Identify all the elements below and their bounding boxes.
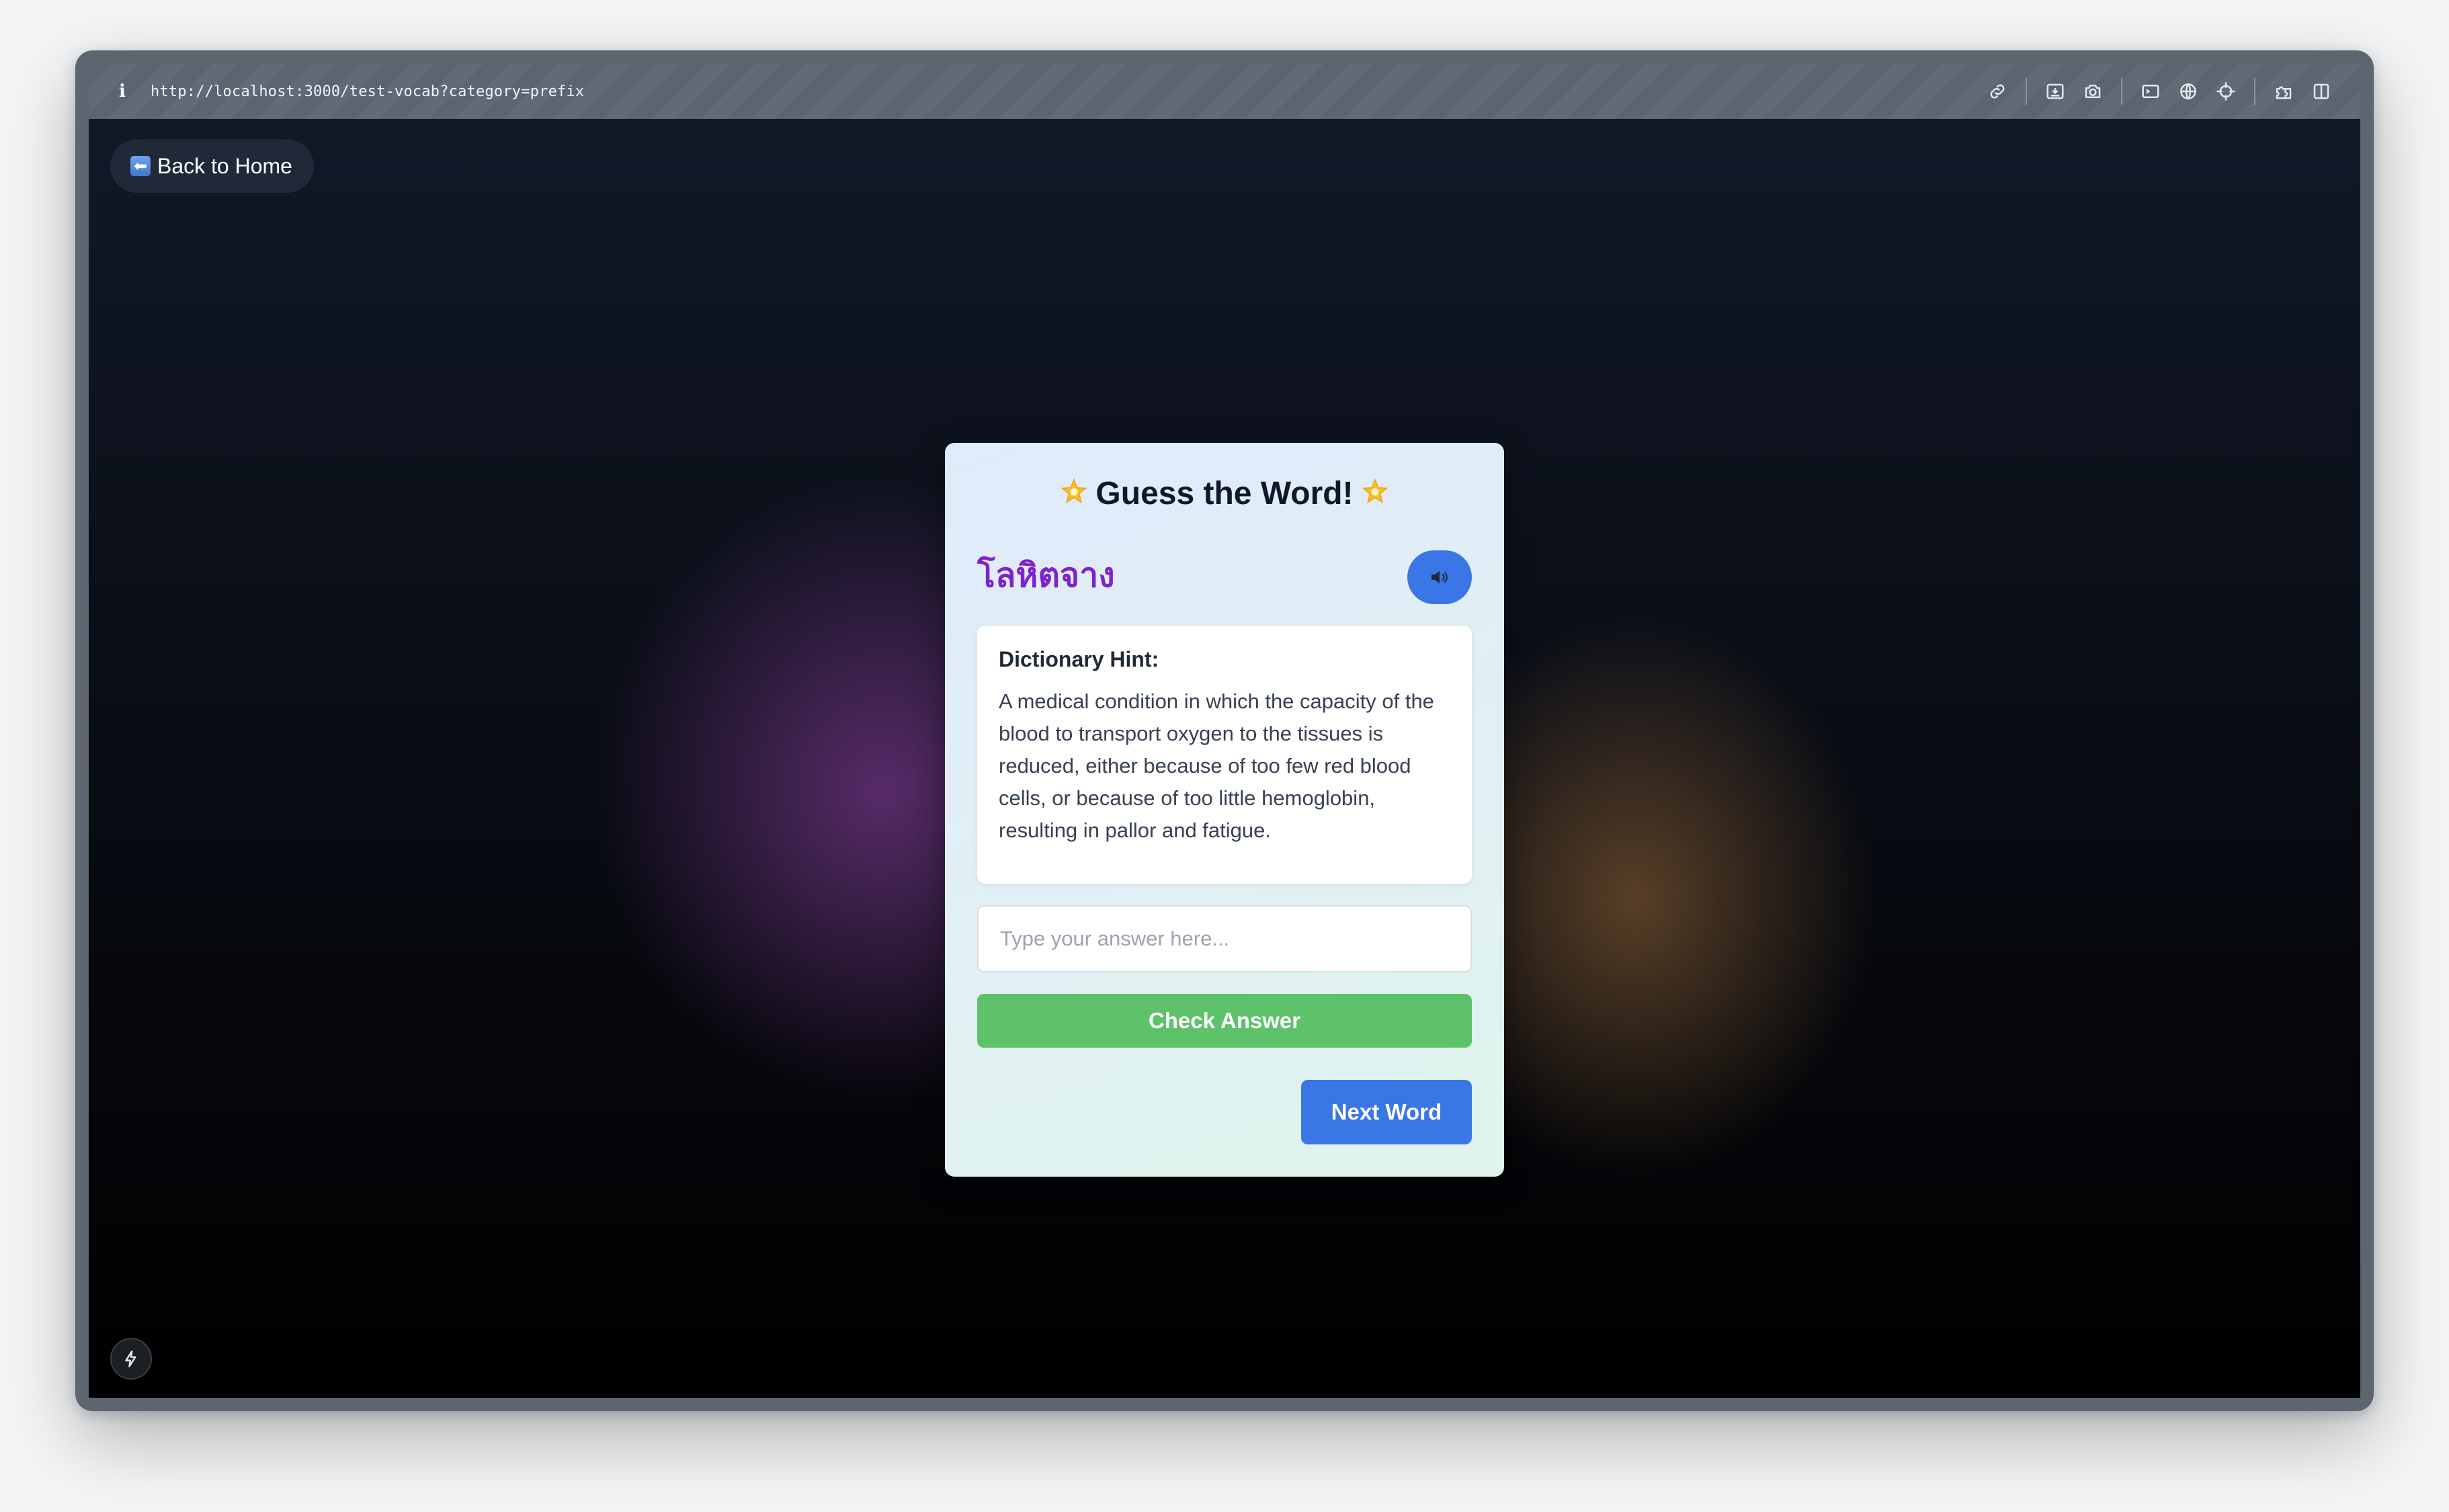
thai-word: โลหิตจาง bbox=[977, 556, 1115, 595]
pronounce-button[interactable] bbox=[1407, 550, 1472, 604]
dictionary-hint-box: Dictionary Hint: A medical condition in … bbox=[977, 626, 1472, 884]
back-arrow-icon: ⬅ bbox=[130, 156, 151, 176]
crosshair-icon[interactable] bbox=[2207, 73, 2245, 110]
globe-icon[interactable] bbox=[2169, 73, 2207, 110]
toolbar-divider bbox=[2026, 78, 2027, 105]
quiz-card: Guess the Word! โลหิตจาง Dictionary Hint… bbox=[945, 443, 1504, 1177]
lightning-icon bbox=[125, 1350, 136, 1368]
hint-title: Dictionary Hint: bbox=[999, 647, 1159, 671]
answer-input[interactable] bbox=[977, 905, 1472, 972]
page-viewport: ⬅ Back to Home Guess the Word! โลหิตจาง bbox=[89, 119, 2360, 1398]
camera-icon[interactable] bbox=[2074, 73, 2112, 110]
browser-window: i http://localhost:3000/test-vocab?categ… bbox=[75, 50, 2374, 1411]
info-icon[interactable]: i bbox=[114, 81, 130, 101]
star-icon bbox=[1061, 478, 1087, 504]
check-answer-button[interactable]: Check Answer bbox=[977, 994, 1472, 1048]
hint-text: A medical condition in which the capacit… bbox=[999, 689, 1434, 842]
address-bar[interactable]: http://localhost:3000/test-vocab?categor… bbox=[151, 83, 1979, 100]
screenshot-save-icon[interactable] bbox=[2036, 73, 2074, 110]
terminal-icon[interactable] bbox=[2132, 73, 2169, 110]
toolbar-icons bbox=[1979, 73, 2340, 110]
back-to-home-button[interactable]: ⬅ Back to Home bbox=[110, 139, 314, 193]
card-title: Guess the Word! bbox=[945, 475, 1504, 512]
dev-tools-button[interactable] bbox=[110, 1338, 152, 1380]
toolbar-divider bbox=[2254, 78, 2255, 105]
link-icon[interactable] bbox=[1979, 73, 2016, 110]
next-word-button[interactable]: Next Word bbox=[1301, 1080, 1472, 1144]
card-title-text: Guess the Word! bbox=[1095, 476, 1354, 511]
extensions-icon[interactable] bbox=[2265, 73, 2302, 110]
toolbar-divider bbox=[2121, 78, 2122, 105]
star-icon bbox=[1362, 478, 1388, 504]
split-view-icon[interactable] bbox=[2302, 73, 2340, 110]
speaker-icon bbox=[1431, 571, 1448, 584]
back-button-label: Back to Home bbox=[157, 153, 292, 178]
browser-toolbar: i http://localhost:3000/test-vocab?categ… bbox=[89, 64, 2360, 119]
